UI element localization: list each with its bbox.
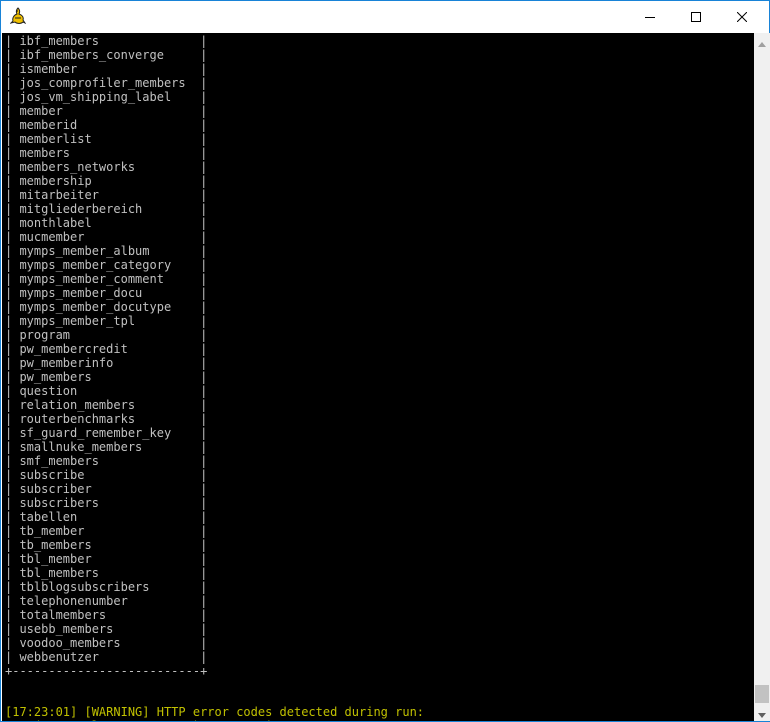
console-line: | memberid |: [5, 118, 208, 132]
console-line: | telephonenumber |: [5, 594, 208, 608]
maximize-icon: [691, 12, 701, 22]
console-line: | sf_guard_remember_key |: [5, 426, 208, 440]
python-snake-icon[interactable]: [9, 7, 27, 25]
vertical-scrollbar[interactable]: [754, 33, 770, 721]
console-line: | ibf_members |: [5, 34, 208, 48]
console-line: | subscribe |: [5, 468, 208, 482]
close-button[interactable]: [719, 1, 765, 33]
console-line: | routerbenchmarks |: [5, 412, 208, 426]
title-bar[interactable]: [1, 1, 769, 33]
scroll-up-button[interactable]: [754, 33, 770, 50]
terminal-window: | ibf_members | | ibf_members_converge | |…: [0, 0, 770, 722]
scroll-down-button[interactable]: [754, 704, 770, 721]
console-line: | jos_comprofiler_members |: [5, 76, 208, 90]
console-line: | membership |: [5, 174, 208, 188]
console-line: | relation_members |: [5, 398, 208, 412]
console-line: | mymps_member_album |: [5, 244, 208, 258]
console-line: | subscribers |: [5, 496, 208, 510]
minimize-icon: [645, 12, 655, 22]
warning-output: [17:23:01] [WARNING] HTTP error codes de…: [5, 691, 424, 721]
console-line: | jos_vm_shipping_label |: [5, 90, 208, 104]
console-line: | ismember |: [5, 62, 208, 76]
console-line: | member |: [5, 104, 208, 118]
console-line: | monthlabel |: [5, 216, 208, 230]
console-line: | members_networks |: [5, 160, 208, 174]
console-line: | mymps_member_tpl |: [5, 314, 208, 328]
close-icon: [737, 12, 747, 22]
console-line: | ibf_members_converge |: [5, 48, 208, 62]
console-output[interactable]: | ibf_members | | ibf_members_converge | |…: [2, 33, 754, 721]
console-line: | mitgliederbereich |: [5, 202, 208, 216]
minimize-button[interactable]: [627, 1, 673, 33]
scroll-thumb[interactable]: [755, 685, 769, 703]
console-line: | mymps_member_comment |: [5, 272, 208, 286]
console-line: | voodoo_members |: [5, 636, 208, 650]
console-line: | tblblogsubscribers |: [5, 580, 208, 594]
console-line: +--------------------------+: [5, 664, 208, 678]
console-line: | usebb_members |: [5, 622, 208, 636]
console-line: | memberlist |: [5, 132, 208, 146]
console-line: | tabellen |: [5, 510, 208, 524]
console-line: | webbenutzer |: [5, 650, 208, 664]
chevron-down-icon: [758, 703, 766, 722]
console-line: | tbl_members |: [5, 566, 208, 580]
warning-line: [5, 691, 424, 705]
console-line: | mymps_member_category |: [5, 258, 208, 272]
maximize-button[interactable]: [673, 1, 719, 33]
warning-line: [17:23:01] [WARNING] HTTP error codes de…: [5, 705, 425, 719]
console-line: | pw_memberinfo |: [5, 356, 208, 370]
warning-line: 500 (Internal Server Error) - 3263 times: [5, 719, 424, 721]
console-line: | members |: [5, 146, 208, 160]
console-line: | tb_members |: [5, 538, 208, 552]
console-line: | question |: [5, 384, 208, 398]
console-line: | smf_members |: [5, 454, 208, 468]
console-line: | subscriber |: [5, 482, 208, 496]
console-line: | program |: [5, 328, 208, 342]
console-line: | mymps_member_docu |: [5, 286, 208, 300]
table-output: | ibf_members | | ibf_members_converge | |…: [5, 34, 207, 678]
console-line: | mucmember |: [5, 230, 208, 244]
console-line: | mymps_member_docutype |: [5, 300, 208, 314]
chevron-up-icon: [758, 32, 766, 51]
console-line: | mitarbeiter |: [5, 188, 208, 202]
console-line: | pw_members |: [5, 370, 208, 384]
console-line: | smallnuke_members |: [5, 440, 208, 454]
console-line: | tb_member |: [5, 524, 208, 538]
console-line: | totalmembers |: [5, 608, 208, 622]
console-line: | tbl_member |: [5, 552, 208, 566]
console-line: | pw_membercredit |: [5, 342, 208, 356]
